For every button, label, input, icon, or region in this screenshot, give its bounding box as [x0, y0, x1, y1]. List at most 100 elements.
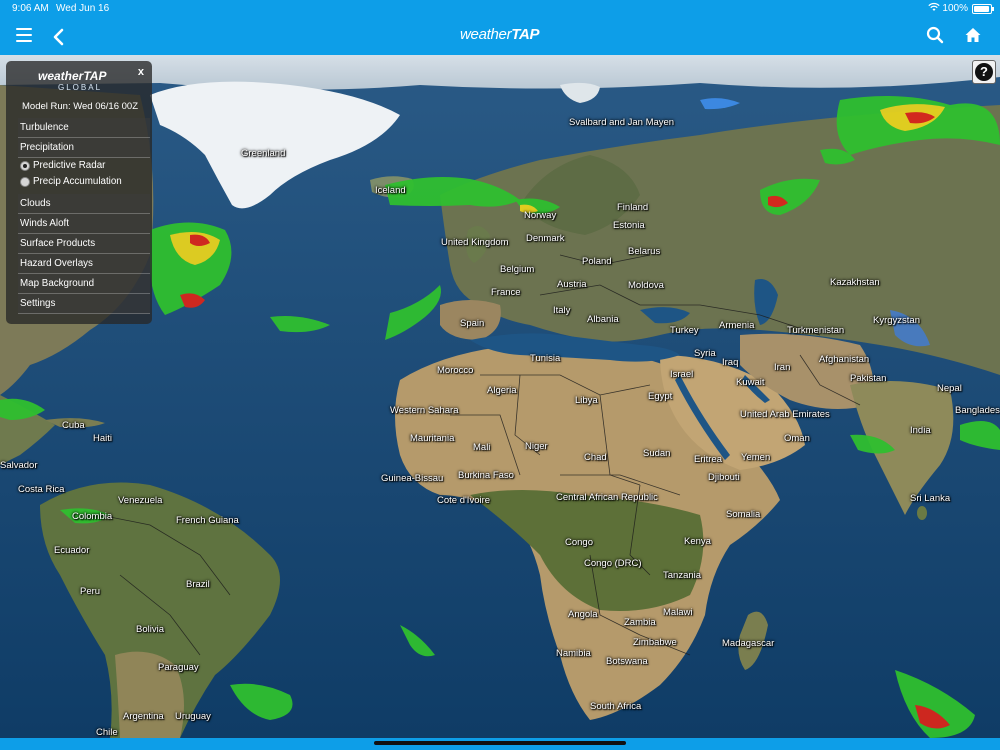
battery-icon — [972, 4, 994, 14]
map-label-niger: Niger — [525, 441, 548, 452]
map-label-belarus: Belarus — [628, 246, 661, 257]
map-label-congo-drc: Congo (DRC) — [584, 558, 642, 569]
map-label-zimbabwe: Zimbabwe — [633, 637, 677, 648]
battery-percent: 100% — [942, 3, 968, 14]
map-label-haiti: Haiti — [93, 433, 113, 444]
map-label-libya: Libya — [575, 395, 598, 406]
map-label-costa-rica: Costa Rica — [18, 484, 65, 495]
map-label-paraguay: Paraguay — [158, 662, 199, 673]
map-label-eritrea: Eritrea — [694, 454, 722, 465]
map-label-peru: Peru — [80, 586, 101, 597]
map-label-poland: Poland — [582, 256, 612, 267]
map-label-norway: Norway — [524, 210, 557, 221]
radio-precip-accumulation[interactable]: Precip Accumulation — [18, 174, 150, 190]
menu-item-turbulence[interactable]: Turbulence — [18, 118, 150, 138]
status-date: Wed Jun 16 — [56, 3, 110, 14]
menu-item-surface-products[interactable]: Surface Products — [18, 234, 150, 254]
map-label-djibouti: Djibouti — [708, 472, 740, 483]
map-label-yemen: Yemen — [741, 452, 771, 463]
map-label-spain: Spain — [460, 318, 485, 329]
map-label-venezuela: Venezuela — [118, 495, 163, 506]
map-label-zambia: Zambia — [624, 617, 656, 628]
map-label-pakistan: Pakistan — [850, 373, 887, 384]
map-label-belgium: Belgium — [500, 264, 535, 275]
radio-predictive-radar[interactable]: Predictive Radar — [18, 158, 150, 174]
map-label-south-africa: South Africa — [590, 701, 642, 712]
status-bar: 9:06 AM Wed Jun 16 100% — [0, 0, 1000, 18]
map-label-estonia: Estonia — [613, 220, 645, 231]
map-label-namibia: Namibia — [556, 648, 591, 659]
menu-icon[interactable] — [16, 28, 32, 42]
logo-suffix: TAP — [511, 26, 540, 43]
map-label-argentina: Argentina — [123, 711, 164, 722]
map-label-finland: Finland — [617, 202, 649, 213]
map-label-chad: Chad — [584, 452, 607, 463]
menu-item-precipitation[interactable]: Precipitation — [18, 138, 150, 158]
map-label-oman: Oman — [784, 433, 810, 444]
menu-item-map-background[interactable]: Map Background — [18, 274, 150, 294]
map-label-austria: Austria — [557, 279, 587, 290]
map-label-kyrgyzstan: Kyrgyzstan — [873, 315, 920, 326]
map-label-guinea-bissau: Guinea-Bissau — [381, 473, 444, 484]
map-label-tunisia: Tunisia — [530, 353, 561, 364]
menu-item-clouds[interactable]: Clouds — [18, 194, 150, 214]
map-label-somalia: Somalia — [726, 509, 761, 520]
search-icon[interactable] — [926, 26, 944, 49]
map-label-algeria: Algeria — [487, 385, 517, 396]
map-label-israel: Israel — [670, 369, 694, 380]
map-label-colombia: Colombia — [72, 511, 113, 522]
map-label-kenya: Kenya — [684, 536, 711, 547]
map-label-italy: Italy — [553, 305, 571, 316]
map-label-nepal: Nepal — [937, 383, 962, 394]
back-icon[interactable] — [52, 22, 66, 54]
map-label-french-guiana: French Guiana — [176, 515, 239, 526]
radio-unselected-icon — [20, 177, 30, 187]
map-label-iraq: Iraq — [722, 357, 739, 368]
map-label-brazil: Brazil — [186, 579, 210, 590]
model-run-text: Model Run: Wed 06/16 00Z — [22, 101, 139, 112]
map-label-svalbard: Svalbard and Jan Mayen — [569, 117, 675, 128]
layer-menu: Turbulence Precipitation Predictive Rada… — [18, 118, 150, 314]
close-panel-button[interactable]: x — [138, 66, 144, 78]
map-label-morocco: Morocco — [437, 365, 474, 376]
map-label-mali: Mali — [473, 442, 491, 453]
radio-label-precip-accumulation: Precip Accumulation — [33, 176, 122, 187]
map-label-france: France — [491, 287, 521, 298]
layer-control-panel: x weatherTAP GLOBAL Model Run: Wed 06/16… — [6, 61, 152, 324]
map-label-chile: Chile — [96, 727, 118, 738]
map-label-cote-divoire: Cote d'Ivoire — [437, 495, 491, 506]
home-indicator[interactable] — [374, 741, 626, 745]
map-label-congo: Congo — [565, 537, 593, 548]
panel-brand-sub: GLOBAL — [58, 83, 103, 92]
app-root: 9:06 AM Wed Jun 16 100% weatherTAP Green… — [0, 0, 1000, 750]
help-icon: ? — [975, 63, 993, 81]
map-label-tanzania: Tanzania — [663, 570, 702, 581]
menu-item-settings[interactable]: Settings — [18, 294, 150, 314]
menu-item-winds-aloft[interactable]: Winds Aloft — [18, 214, 150, 234]
menu-item-hazard-overlays[interactable]: Hazard Overlays — [18, 254, 150, 274]
panel-brand: weatherTAP — [38, 69, 107, 83]
map-label-bangladesh: Banglades — [955, 405, 1000, 416]
map-label-ecuador: Ecuador — [54, 545, 90, 556]
map-label-turkey: Turkey — [670, 325, 699, 336]
map-label-burkina-faso: Burkina Faso — [458, 470, 514, 481]
help-button[interactable]: ? — [972, 60, 996, 84]
map-label-albania: Albania — [587, 314, 619, 325]
map-label-egypt: Egypt — [648, 391, 673, 402]
map-label-bolivia: Bolivia — [136, 624, 164, 635]
map-label-madagascar: Madagascar — [722, 638, 775, 649]
radio-label-predictive-radar: Predictive Radar — [33, 160, 106, 171]
map-label-syria: Syria — [694, 348, 716, 359]
map-label-uae: United Arab Emirates — [740, 409, 830, 420]
map-label-moldova: Moldova — [628, 280, 664, 291]
app-header: weatherTAP — [0, 18, 1000, 55]
map-label-iran: Iran — [774, 362, 791, 373]
map-label-botswana: Botswana — [606, 656, 648, 667]
wifi-icon — [928, 2, 940, 15]
map-label-armenia: Armenia — [719, 320, 755, 331]
map-label-iceland: Iceland — [375, 185, 406, 196]
map-label-uk: United Kingdom — [441, 237, 509, 248]
map-label-car: Central African Republic — [556, 492, 658, 503]
home-icon[interactable] — [964, 26, 982, 49]
map-label-denmark: Denmark — [526, 233, 565, 244]
